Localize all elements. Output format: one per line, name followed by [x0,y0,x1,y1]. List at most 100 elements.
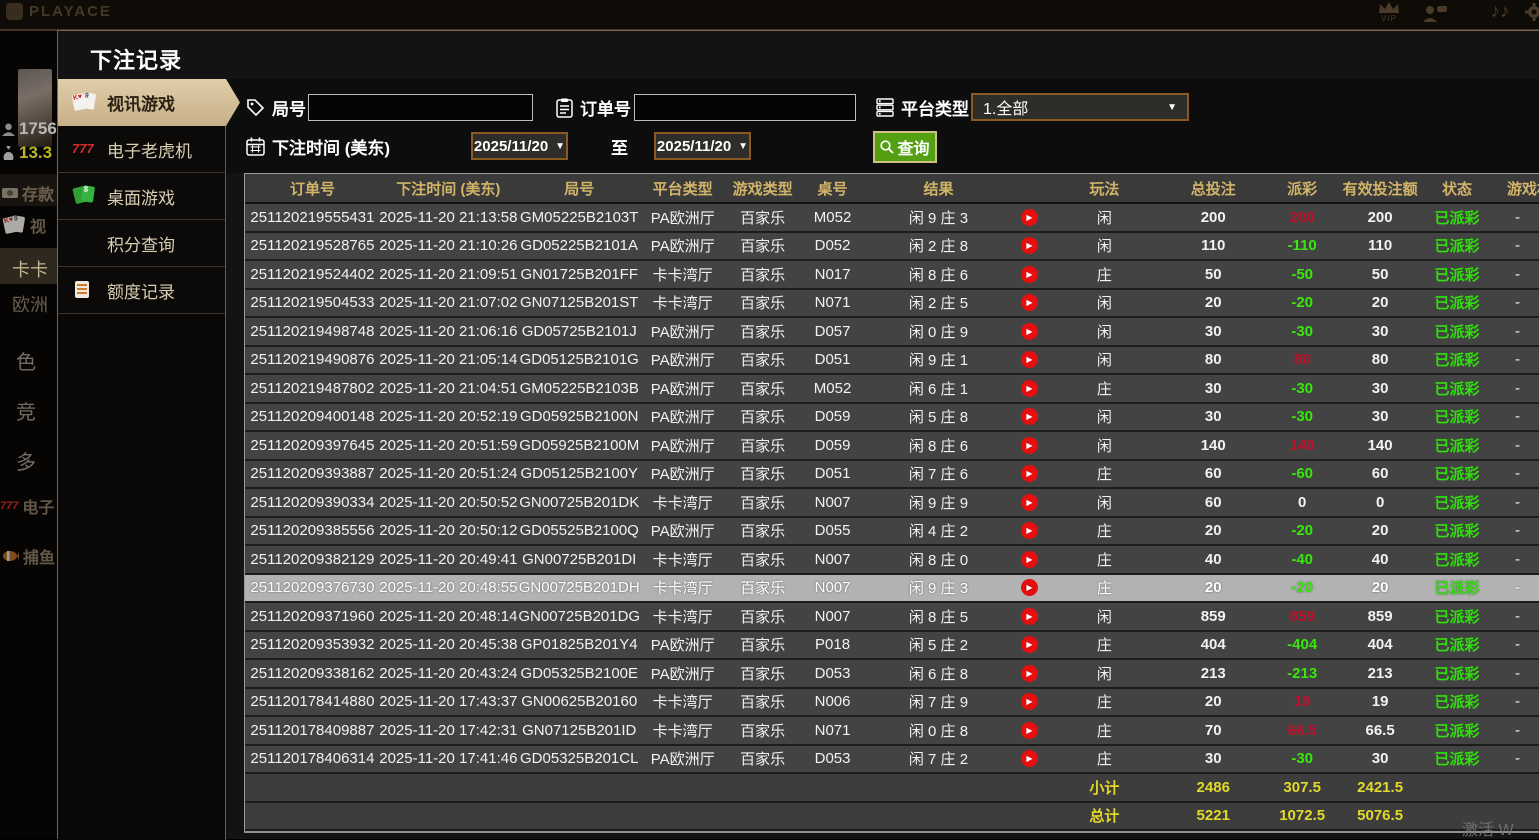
replay-play-button[interactable]: ▶ [1020,522,1038,540]
table-row[interactable]: 251120209400148 2025-11-20 20:52:19 GD0592… [245,403,1539,432]
replay-play-button[interactable]: ▶ [1020,322,1038,340]
table-row[interactable]: 251120209338162 2025-11-20 20:43:24 GD0532… [245,660,1539,689]
replay-play-button[interactable]: ▶ [1020,721,1038,739]
table-row[interactable]: 251120209385556 2025-11-20 20:50:12 GD0552… [245,517,1539,546]
cell-table-no: D053 [814,750,851,768]
replay-play-button[interactable]: ▶ [1020,750,1038,768]
cell-status: 已派彩 [1434,352,1480,370]
replay-play-button[interactable]: ▶ [1020,408,1038,426]
query-button[interactable]: 查询 [873,131,937,163]
cell-total-bet: 404 [1200,636,1226,654]
table-row[interactable]: 251120219487802 2025-11-20 21:04:51 GM0522… [245,375,1539,404]
cell-table-no: D052 [814,237,851,255]
replay-play-button[interactable]: ▶ [1020,607,1038,625]
sidebar-item-3[interactable]: 积分查询 [58,220,225,267]
table-row[interactable]: 251120219490876 2025-11-20 21:05:14 GD0512… [245,346,1539,375]
table-row[interactable]: 251120219498748 2025-11-20 21:06:16 GD0572… [245,318,1539,347]
table-row[interactable]: 251120209393887 2025-11-20 20:51:24 GD0512… [245,460,1539,489]
replay-play-button[interactable]: ▶ [1020,579,1038,597]
replay-play-button[interactable]: ▶ [1020,493,1038,511]
cell-round-id: GM05225B2103T [520,208,639,226]
replay-play-button[interactable]: ▶ [1020,550,1038,568]
date-to-select[interactable]: 2025/11/20 ▼ [654,132,751,160]
cell-bet-time: 2025-11-20 20:52:19 [379,408,517,426]
cell-platform: PA欧洲厅 [650,637,715,655]
windows-activation-watermark: 激活 W [1462,822,1514,839]
customer-service-icon[interactable] [1420,4,1450,22]
playace-logo-text: PLAYACE [29,3,112,20]
vip-crown-icon[interactable]: VIP [1372,2,1406,23]
cell-round-id: GN00725B201DH [518,579,640,597]
sidebar-item-2[interactable]: $ 桌面游戏 [58,173,225,220]
cell-replay: ▶ [1013,375,1045,402]
replay-play-button[interactable]: ▶ [1020,208,1038,226]
platform-select[interactable]: 1.全部 ▼ [971,93,1189,121]
replay-play-button[interactable]: ▶ [1020,664,1038,682]
cell-order-id: 251120219524402 [250,265,375,283]
cell-status: 已派彩 [1434,523,1480,541]
cell-platform: PA欧洲厅 [650,437,715,455]
table-row[interactable]: 251120178409887 2025-11-20 17:42:31 GN0712… [245,717,1539,746]
date-from-select[interactable]: 2025/11/20 ▼ [471,132,568,160]
replay-play-button[interactable]: ▶ [1020,465,1038,483]
cell-game-type: 百家乐 [740,323,786,341]
table-row[interactable]: 251120178406314 2025-11-20 17:41:46 GD0532… [245,745,1539,774]
cell-play-side: 庄 [1096,637,1112,655]
cell-platform: 卡卡湾厅 [652,295,713,313]
query-button-label: 查询 [897,141,930,158]
table-row[interactable]: 251120219524402 2025-11-20 21:09:51 GN0172… [245,261,1539,290]
cell-round-id: GD05125B2101G [519,351,639,369]
cell-payout: -30 [1291,750,1314,768]
cell-play-side: 闲 [1096,238,1112,256]
table-row[interactable]: 251120209353932 2025-11-20 20:45:38 GP0182… [245,631,1539,660]
replay-play-button[interactable]: ▶ [1020,636,1038,654]
table-row[interactable]: 251120209382129 2025-11-20 20:49:41 GN0072… [245,546,1539,575]
cell-valid-bet: 40 [1371,550,1389,568]
replay-play-button[interactable]: ▶ [1020,379,1038,397]
cell-valid-bet: 30 [1371,408,1389,426]
replay-play-button[interactable]: ▶ [1020,237,1038,255]
replay-play-button[interactable]: ▶ [1020,351,1038,369]
cell-extra: - [1515,465,1520,483]
header-bet-time: 下注时间 (美东) [396,180,501,198]
order-input[interactable] [634,94,856,121]
table-row[interactable]: 251120209371960 2025-11-20 20:48:14 GN0072… [245,603,1539,632]
settings-gear-icon[interactable] [1524,3,1539,21]
cell-total-bet: 30 [1204,408,1222,426]
replay-play-button[interactable]: ▶ [1020,294,1038,312]
cell-replay: ▶ [1013,603,1045,630]
cell-payout: -110 [1287,237,1317,255]
table-row[interactable]: 251120209390334 2025-11-20 20:50:52 GN0072… [245,489,1539,518]
cell-total-bet: 30 [1204,379,1222,397]
subtotal-row-round-id [517,774,642,801]
cell-game-type: 百家乐 [740,209,786,227]
cell-valid-bet: 50 [1371,265,1389,283]
table-row[interactable]: 251120219504533 2025-11-20 21:07:02 GN0712… [245,289,1539,318]
video-cards-icon: K♥ 9 [71,91,98,114]
replay-play-button[interactable]: ▶ [1020,693,1038,711]
round-input[interactable] [308,94,533,121]
cell-bet-time: 2025-11-20 20:48:14 [379,607,517,625]
table-row[interactable]: 251120219528765 2025-11-20 21:10:26 GD0522… [245,232,1539,261]
cell-table-no: D059 [814,408,851,426]
table-row[interactable]: 251120219555431 2025-11-20 21:13:58 GM0522… [245,204,1539,233]
deposit-button[interactable]: 存款 [2,181,54,205]
music-icon[interactable]: ♪♪ [1488,1,1512,23]
cell-play-side: 闲 [1096,665,1112,683]
cell-extra: - [1515,607,1520,625]
sidebar-item-label: 额度记录 [107,282,175,302]
cell-payout: -404 [1287,636,1318,654]
replay-play-button[interactable]: ▶ [1020,436,1038,454]
cell-platform: 卡卡湾厅 [652,694,713,712]
cell-play-side: 庄 [1096,551,1112,569]
table-row[interactable]: 251120209376730 2025-11-20 20:48:55 GN0072… [245,574,1539,603]
replay-play-button[interactable]: ▶ [1020,265,1038,283]
cell-total-bet: 20 [1204,693,1222,711]
table-row[interactable]: 251120209397645 2025-11-20 20:51:59 GD0592… [245,432,1539,461]
cell-extra: - [1515,522,1520,540]
sidebar-item-4[interactable]: 额度记录 [58,267,225,314]
sidebar-item-1[interactable]: 777 电子老虎机 [58,126,225,173]
sidebar-item-0[interactable]: K♥ 9 视讯游戏 [58,79,240,126]
table-row[interactable]: 251120178414880 2025-11-20 17:43:37 GN0062… [245,688,1539,717]
total-row-round-id [517,803,642,830]
